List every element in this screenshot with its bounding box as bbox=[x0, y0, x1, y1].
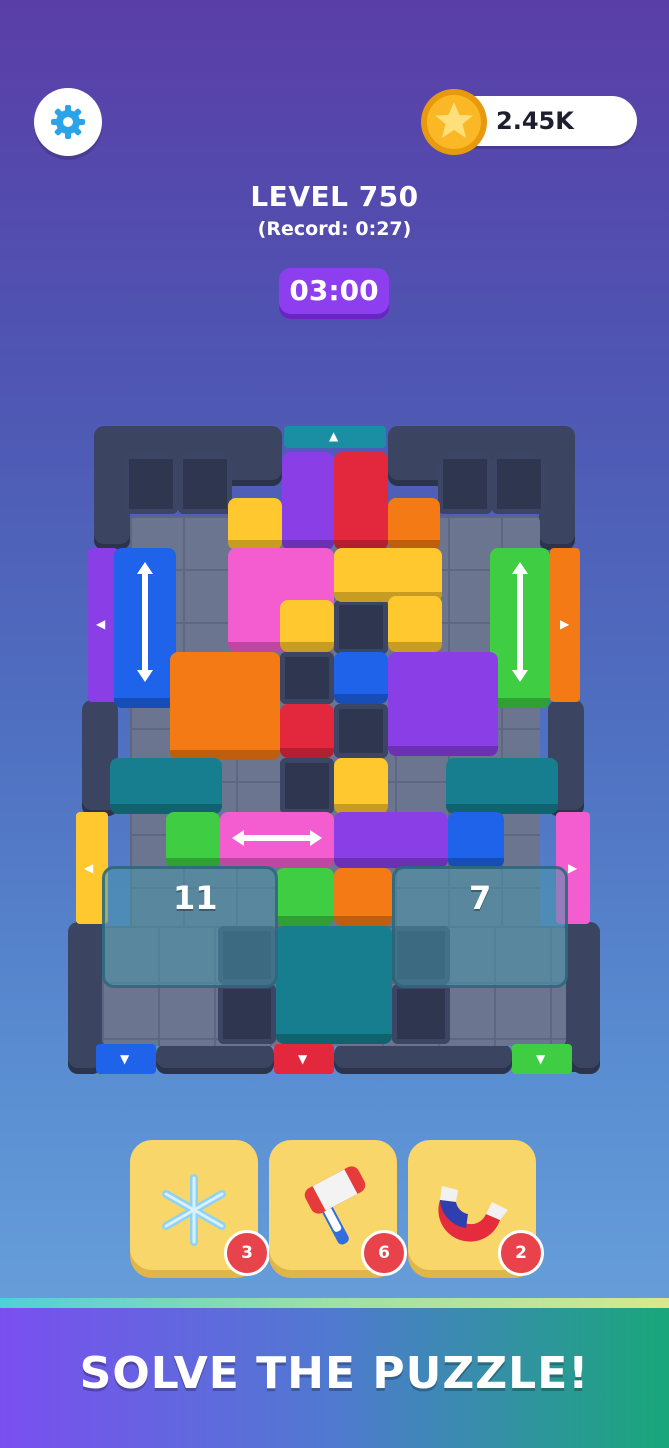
floor-hole bbox=[124, 454, 178, 514]
floor-hole bbox=[334, 704, 388, 758]
block-orange-lower[interactable] bbox=[334, 868, 392, 926]
settings-button[interactable] bbox=[34, 88, 102, 156]
block-orange-large[interactable] bbox=[170, 652, 280, 760]
puzzle-board: ▲ ◀ ▶ ◀ ▶ ▼ ▼ ▼ 11 7 bbox=[62, 426, 607, 1078]
ice-block-left[interactable]: 11 bbox=[102, 866, 278, 988]
exit-gate-top-teal: ▲ bbox=[284, 426, 386, 448]
block-teal-large[interactable] bbox=[276, 926, 392, 1044]
floor-hole bbox=[334, 600, 388, 654]
wall-bottom-mid-right bbox=[334, 1044, 512, 1074]
block-teal-left[interactable] bbox=[110, 758, 222, 814]
block-yellow-mid[interactable] bbox=[334, 758, 388, 814]
block-teal-right[interactable] bbox=[446, 758, 558, 814]
exit-gate-bottom-blue: ▼ bbox=[96, 1044, 156, 1074]
block-yellow[interactable] bbox=[228, 498, 282, 550]
block-green-vertical[interactable] bbox=[490, 548, 550, 708]
ice-counter: 7 bbox=[469, 879, 492, 917]
footer-divider bbox=[0, 1298, 669, 1308]
floor-hole bbox=[392, 984, 450, 1044]
exit-gate-bottom-red: ▼ bbox=[274, 1044, 334, 1074]
block-green-lower[interactable] bbox=[276, 868, 334, 926]
booster-freeze[interactable]: 3 bbox=[130, 1140, 270, 1276]
arrow-down-icon: ▼ bbox=[536, 1052, 546, 1066]
hammer-icon bbox=[304, 1166, 366, 1245]
booster-count-badge: 2 bbox=[498, 1230, 544, 1276]
arrow-down-icon: ▼ bbox=[120, 1052, 130, 1066]
block-green-small[interactable] bbox=[166, 812, 220, 868]
vertical-arrow-icon bbox=[512, 562, 528, 682]
coins-amount: 2.45K bbox=[496, 107, 574, 135]
floor-hole bbox=[280, 758, 334, 814]
block-yellow-small[interactable] bbox=[280, 600, 334, 652]
level-title: LEVEL 750 bbox=[250, 180, 419, 213]
block-blue-vertical[interactable] bbox=[114, 548, 176, 708]
gear-icon bbox=[51, 105, 85, 139]
floor-hole bbox=[178, 454, 232, 514]
block-orange[interactable] bbox=[388, 498, 440, 550]
floor-hole bbox=[280, 652, 334, 704]
block-yellow-large[interactable] bbox=[334, 548, 442, 602]
arrow-down-icon: ▼ bbox=[298, 1052, 308, 1066]
block-purple-large[interactable] bbox=[388, 652, 498, 756]
floor-hole bbox=[438, 454, 492, 514]
horizontal-arrow-icon bbox=[232, 830, 322, 846]
booster-magnet[interactable]: 2 bbox=[408, 1140, 544, 1276]
wall-bottom-mid-left bbox=[156, 1044, 274, 1074]
coin-icon bbox=[421, 89, 487, 155]
vertical-arrow-icon bbox=[137, 562, 153, 682]
booster-count-badge: 3 bbox=[224, 1230, 270, 1276]
arrow-right-icon: ▶ bbox=[560, 617, 570, 631]
booster-hammer[interactable]: 6 bbox=[269, 1140, 407, 1276]
arrow-up-icon: ▲ bbox=[329, 429, 339, 443]
block-blue-small[interactable] bbox=[334, 652, 388, 704]
exit-gate-right-orange: ▶ bbox=[550, 548, 580, 702]
block-blue-small-2[interactable] bbox=[448, 812, 504, 868]
floor-hole bbox=[492, 454, 546, 514]
arrow-right-icon: ▶ bbox=[568, 861, 578, 875]
block-purple-wide[interactable] bbox=[334, 812, 448, 868]
block-red[interactable] bbox=[334, 452, 388, 550]
ice-block-right[interactable]: 7 bbox=[392, 866, 568, 988]
record-time: (Record: 0:27) bbox=[257, 218, 412, 240]
slogan-text: SOLVE THE PUZZLE! bbox=[79, 1348, 590, 1399]
wall-bottom-right bbox=[572, 1044, 600, 1074]
arrow-left-icon: ◀ bbox=[84, 861, 94, 875]
ice-counter: 11 bbox=[173, 879, 218, 917]
block-yellow-side[interactable] bbox=[388, 596, 442, 652]
block-pink-horizontal[interactable] bbox=[220, 812, 334, 868]
block-purple[interactable] bbox=[282, 452, 334, 550]
floor-hole bbox=[218, 984, 276, 1044]
countdown-timer: 03:00 bbox=[279, 268, 389, 314]
arrow-left-icon: ◀ bbox=[96, 617, 106, 631]
block-red-small[interactable] bbox=[280, 704, 334, 758]
exit-gate-bottom-green: ▼ bbox=[512, 1044, 572, 1074]
booster-count-badge: 6 bbox=[361, 1230, 407, 1276]
snowflake-icon bbox=[162, 1174, 226, 1246]
